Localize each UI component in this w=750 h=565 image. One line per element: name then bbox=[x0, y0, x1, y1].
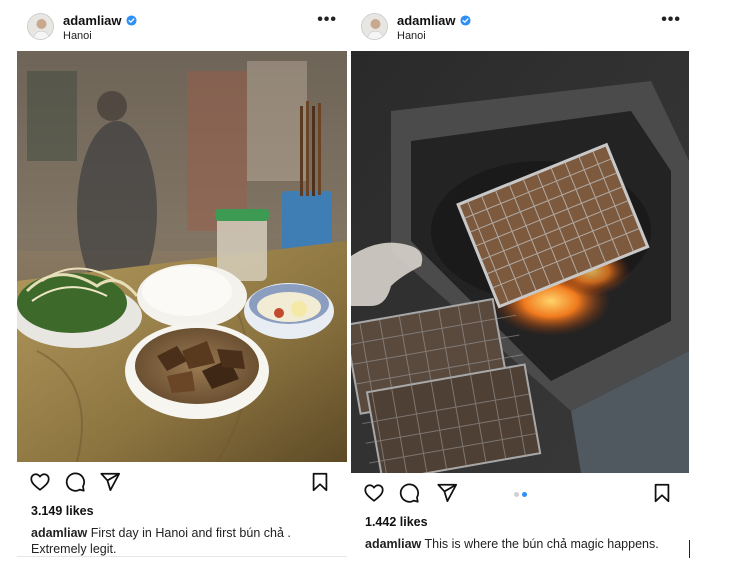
likes-count[interactable]: 3.149 likes bbox=[17, 504, 347, 518]
avatar[interactable] bbox=[361, 13, 388, 40]
caption-username[interactable]: adamliaw bbox=[31, 526, 87, 540]
post-actions bbox=[17, 462, 347, 502]
bookmark-icon[interactable] bbox=[309, 471, 331, 493]
carousel-dot-active bbox=[522, 492, 527, 497]
divider bbox=[17, 556, 347, 557]
post-caption: adamliaw First day in Hanoi and first bú… bbox=[17, 525, 336, 557]
post-card-2: adamliaw Hanoi ••• 1.442 likes adamliaw … bbox=[351, 0, 691, 552]
comment-icon[interactable] bbox=[398, 482, 420, 504]
carousel-dot bbox=[514, 492, 519, 497]
more-options-icon[interactable]: ••• bbox=[317, 12, 337, 28]
verified-badge-icon bbox=[459, 15, 471, 26]
share-icon[interactable] bbox=[99, 471, 121, 493]
caption-username[interactable]: adamliaw bbox=[365, 537, 421, 551]
carousel-indicator bbox=[514, 492, 527, 497]
likes-count[interactable]: 1.442 likes bbox=[351, 515, 691, 529]
verified-badge-icon bbox=[125, 15, 137, 26]
username[interactable]: adamliaw bbox=[63, 13, 122, 28]
username[interactable]: adamliaw bbox=[397, 13, 456, 28]
location-label[interactable]: Hanoi bbox=[397, 30, 426, 42]
post-caption: adamliaw This is where the bún chả magic… bbox=[351, 536, 690, 552]
avatar[interactable] bbox=[27, 13, 54, 40]
post-card-1: adamliaw Hanoi ••• 3.149 likes adamliaw … bbox=[17, 0, 347, 557]
text-cursor bbox=[689, 540, 690, 558]
comment-icon[interactable] bbox=[64, 471, 86, 493]
location-label[interactable]: Hanoi bbox=[63, 30, 92, 42]
heart-icon[interactable] bbox=[29, 471, 51, 493]
share-icon[interactable] bbox=[436, 482, 458, 504]
post-header: adamliaw Hanoi ••• bbox=[351, 0, 691, 50]
post-header: adamliaw Hanoi ••• bbox=[17, 0, 347, 50]
post-actions bbox=[351, 473, 691, 513]
more-options-icon[interactable]: ••• bbox=[661, 12, 681, 28]
caption-text: This is where the bún chả magic happens. bbox=[421, 537, 659, 551]
post-photo[interactable] bbox=[351, 51, 689, 473]
post-photo[interactable] bbox=[17, 51, 347, 462]
bookmark-icon[interactable] bbox=[651, 482, 673, 504]
heart-icon[interactable] bbox=[363, 482, 385, 504]
